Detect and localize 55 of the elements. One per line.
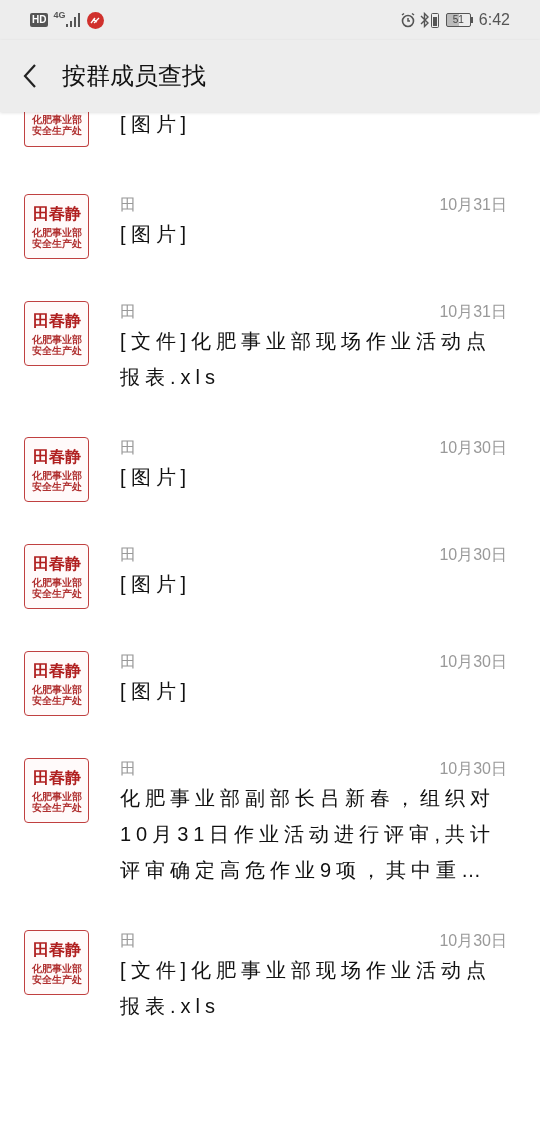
avatar-caption: 化肥事业部安全生产处: [30, 333, 83, 356]
message-item[interactable]: 田春静 化肥事业部安全生产处 田 10月31日 [图片]: [0, 194, 540, 301]
avatar-name: 田春静: [32, 204, 81, 223]
message-date: 10月30日: [439, 931, 507, 951]
sender-name: 田: [120, 545, 136, 565]
message-item[interactable]: 化肥事业部安全生产处 [图片]: [0, 112, 540, 194]
message-text: [图片]: [120, 572, 193, 597]
message-item[interactable]: 田春静 化肥事业部安全生产处 田 10月31日 [文件]化肥事业部现场作业活动点报表.xls: [0, 301, 540, 437]
message-text: 化肥事业部副部长吕新春，组织对10月31日作业活动进行评审,共计评审确定高危作业9项，其中重…: [120, 786, 497, 883]
alarm-icon: [399, 12, 416, 28]
avatar-name: 田春静: [32, 768, 81, 787]
clock-time: 6:42: [478, 10, 510, 30]
message-item[interactable]: 田春静 化肥事业部安全生产处 田 10月30日 [文件]化肥事业部现场作业活动点报表.xls: [0, 930, 540, 1066]
sender-name: 田: [120, 438, 136, 458]
sender-name: 田: [120, 652, 136, 672]
message-item[interactable]: 田春静 化肥事业部安全生产处 田 10月30日 [图片]: [0, 544, 540, 651]
avatar-caption: 化肥事业部安全生产处: [30, 226, 83, 249]
hd-badge: HD: [30, 13, 49, 27]
message-date: 10月30日: [439, 652, 507, 672]
battery-indicator: 51: [445, 13, 473, 27]
network-type: 4G: [53, 11, 66, 20]
message-text: [文件]化肥事业部现场作业活动点报表.xls: [120, 329, 493, 390]
sender-name: 田: [120, 302, 136, 322]
vibrate-icon: [430, 12, 439, 28]
avatar-caption: 化肥事业部安全生产处: [30, 114, 83, 136]
avatar-caption: 化肥事业部安全生产处: [30, 683, 83, 706]
message-text: [图片]: [120, 679, 193, 704]
bluetooth-icon: [419, 12, 429, 28]
sender-name: 田: [120, 931, 136, 951]
sender-name: 田: [120, 195, 136, 215]
message-date: 10月30日: [439, 438, 507, 458]
avatar-name: 田春静: [32, 661, 81, 680]
app-notification-icon: [87, 11, 105, 29]
avatar-name: 田春静: [32, 554, 81, 573]
avatar-name: 田春静: [32, 447, 81, 466]
message-date: 10月30日: [439, 759, 507, 779]
message-date: 10月31日: [439, 302, 507, 322]
message-text: [图片]: [120, 222, 193, 247]
message-text: [文件]化肥事业部现场作业活动点报表.xls: [120, 958, 493, 1019]
message-date: 10月30日: [439, 545, 507, 565]
signal-icon: [66, 13, 83, 27]
page-title: 按群成员查找: [62, 61, 206, 91]
message-item[interactable]: 田春静 化肥事业部安全生产处 田 10月30日 化肥事业部副部长吕新春，组织对10月31日作业活动进行评审,共计评审确定高危作业9项，其中重…: [0, 758, 540, 930]
avatar-caption: 化肥事业部安全生产处: [30, 790, 83, 813]
avatar-name: 田春静: [32, 311, 81, 330]
sender-name: 田: [120, 759, 136, 779]
message-text: [图片]: [120, 112, 193, 137]
avatar-name: 田春静: [32, 940, 81, 959]
avatar-caption: 化肥事业部安全生产处: [30, 576, 83, 599]
message-item[interactable]: 田春静 化肥事业部安全生产处 田 10月30日 [图片]: [0, 437, 540, 544]
message-item[interactable]: 田春静 化肥事业部安全生产处 田 10月30日 [图片]: [0, 651, 540, 758]
message-text: [图片]: [120, 465, 193, 490]
avatar-caption: 化肥事业部安全生产处: [30, 469, 83, 492]
avatar-caption: 化肥事业部安全生产处: [30, 962, 83, 985]
message-date: 10月31日: [439, 195, 507, 215]
